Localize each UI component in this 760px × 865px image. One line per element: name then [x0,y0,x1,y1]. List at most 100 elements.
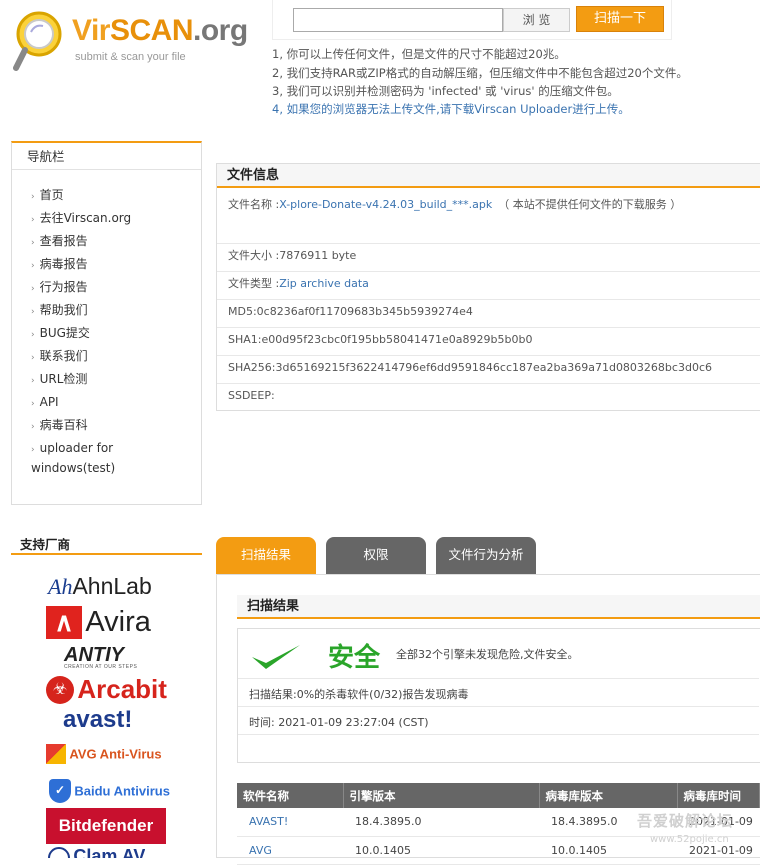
clam-icon [48,847,70,858]
browse-button[interactable]: 浏 览 [503,8,570,32]
vendors-divider [11,553,202,555]
antiy-tagline: CREATION AT OUR STEPS [64,664,138,670]
sha1-row: SHA1:e00d95f23cbc0f195bb58041471e0a8929b… [217,333,760,356]
bullet-icon: › [31,238,35,248]
col-engine-version[interactable]: 引擎版本 [343,783,540,808]
vendor-name: Arcabit [77,674,167,704]
file-path-field[interactable] [293,8,503,32]
divider [238,706,759,707]
file-info-title: 文件信息 [217,164,760,188]
file-size-row: 文件大小 :7876911 byte [217,249,760,272]
nav-item-label: 帮助我们 [39,303,88,317]
vendor-name: Avira [85,606,151,638]
nav-item-home[interactable]: › 首页 [31,186,196,209]
nav-item-label: API [39,395,59,409]
scan-summary-text: 扫描结果:0%的杀毒软件(0/32)报告发现病毒 [249,688,469,701]
ahnlab-logo[interactable]: AhAhnLab [48,573,152,600]
uploader-download-link[interactable]: 4, 如果您的浏览器无法上传文件,请下载Virscan Uploader进行上传… [272,101,630,117]
ssdeep-row: SSDEEP: [228,389,275,402]
file-name-label: 文件名称 : [228,198,280,211]
virscan-magnifier-icon[interactable] [12,8,70,72]
nav-item-label: uploader for windows(test) [31,441,116,475]
nav-item-label: 病毒报告 [39,257,88,271]
upload-note-2: 2, 我们支持RAR或ZIP格式的自动解压缩，但压缩文件中不能包含超过20个文件… [272,66,688,80]
arcabit-logo[interactable]: ☣ Arcabit [46,674,167,705]
vendor-name: AVG Anti-Virus [69,746,162,762]
nav-item-behavior-report[interactable]: › 行为报告 [31,278,196,301]
logo-scan: SCAN [109,14,194,47]
nav-item-label: BUG提交 [39,326,90,340]
md5-row: MD5:0c8236af0f11709683b345b5939274e4 [217,305,760,328]
engine-name-cell[interactable]: AVG [237,836,343,865]
bullet-icon: › [31,215,35,225]
bullet-icon: › [31,330,35,340]
divider [238,734,759,735]
table-header-row: 软件名称 引擎版本 病毒库版本 病毒库时间 [237,783,760,808]
col-engine-name[interactable]: 软件名称 [237,783,344,808]
nav-item-virus-wiki[interactable]: › 病毒百科 [31,416,196,439]
divider [238,678,759,679]
avira-logo[interactable]: ∧ Avira [46,606,151,639]
file-name-value: X-plore-Donate-v4.24.03_build_***.apk [279,198,493,211]
avast-logo[interactable]: avast! [63,706,132,734]
watermark-url: www.52pojie.cn [650,834,729,845]
nav-item-label: 首页 [39,188,64,202]
scan-time-text: 时间: 2021-01-09 23:27:04 (CST) [249,716,429,729]
avg-squares-icon [46,744,66,764]
file-type-label: 文件类型 : [228,277,280,290]
nav-item-url-check[interactable]: › URL检测 [31,370,196,393]
upload-note-3: 3, 我们可以识别并检测密码为 'infected' 或 'virus' 的压缩… [272,84,619,98]
vendor-name: Baidu Antivirus [74,783,170,799]
vendor-name: ANTIY [64,644,124,666]
nav-item-label: 病毒百科 [39,418,88,432]
vendor-name: Clam AV [73,847,146,858]
file-name-row: 文件名称 :X-plore-Donate-v4.24.03_build_***.… [217,198,760,244]
nav-item-bug-submit[interactable]: › BUG提交 [31,324,196,347]
tab-permissions[interactable]: 权限 [326,537,426,574]
safe-status-message: 全部32个引擎未发现危险,文件安全。 [396,648,579,661]
nav-item-label: 行为报告 [39,280,88,294]
bullet-icon: › [31,284,35,294]
baidu-shield-icon: ✓ [49,779,71,803]
bullet-icon: › [31,422,35,432]
scan-button[interactable]: 扫描一下 [576,6,664,32]
file-name-note: （ 本站不提供任何文件的下载服务 ） [498,198,682,211]
site-logo-title[interactable]: VirSCAN.org [72,14,248,48]
upload-note-1: 1, 你可以上传任何文件，但是文件的尺寸不能超过20兆。 [272,47,566,61]
navigation-panel: 导航栏 › 首页 › 去往Virscan.org › 查看报告 › 病毒报告 › 行为报告… [11,141,202,505]
nav-item-help-us[interactable]: › 帮助我们 [31,301,196,324]
vendors-title: 支持厂商 [20,537,71,552]
vendor-name: AhnLab [72,573,152,599]
engine-version-cell: 18.4.3895.0 [343,808,539,837]
nav-list: › 首页 › 去往Virscan.org › 查看报告 › 病毒报告 › 行为报告 › 帮助… [31,186,196,479]
avg-logo[interactable]: AVG Anti-Virus [46,744,162,764]
watermark-text: 吾爱破解论坛 [637,812,734,830]
bullet-icon: › [31,261,35,271]
engine-name-cell[interactable]: AVAST! [237,808,343,837]
nav-item-uploader[interactable]: › uploader for windows(test) [22,439,196,479]
nav-item-view-report[interactable]: › 查看报告 [31,232,196,255]
logo-vir: Vir [72,14,110,47]
engine-version-cell: 10.0.1405 [343,836,539,865]
bitdefender-logo[interactable]: Bitdefender [46,808,166,844]
col-db-version[interactable]: 病毒库版本 [539,783,678,808]
file-type-row: 文件类型 :Zip archive data [217,277,760,300]
baidu-antivirus-logo[interactable]: ✓ Baidu Antivirus [49,779,170,803]
nav-item-contact[interactable]: › 联系我们 [31,347,196,370]
sha256-row: SHA256:3d65169215f3622414796ef6dd9591846… [217,361,760,384]
nav-item-virus-report[interactable]: › 病毒报告 [31,255,196,278]
nav-item-goto-virscan[interactable]: › 去往Virscan.org [31,209,196,232]
nav-item-label: 查看报告 [39,234,88,248]
nav-item-label: 联系我们 [39,349,88,363]
nav-item-label: URL检测 [39,372,88,386]
vendor-name: Bitdefender [58,816,154,835]
clamav-logo[interactable]: Clam AV [48,847,145,858]
col-db-time[interactable]: 病毒库时间 [677,783,760,808]
antiy-logo[interactable]: ANTIY CREATION AT OUR STEPS [64,644,137,670]
file-info-panel: 文件信息 文件名称 :X-plore-Donate-v4.24.03_build… [216,163,760,411]
nav-item-api[interactable]: › API [31,393,196,416]
vendor-name: avast! [63,706,133,733]
tab-file-behavior[interactable]: 文件行为分析 [436,537,536,574]
bullet-icon: › [31,192,35,202]
tab-scan-result[interactable]: 扫描结果 [216,537,316,574]
